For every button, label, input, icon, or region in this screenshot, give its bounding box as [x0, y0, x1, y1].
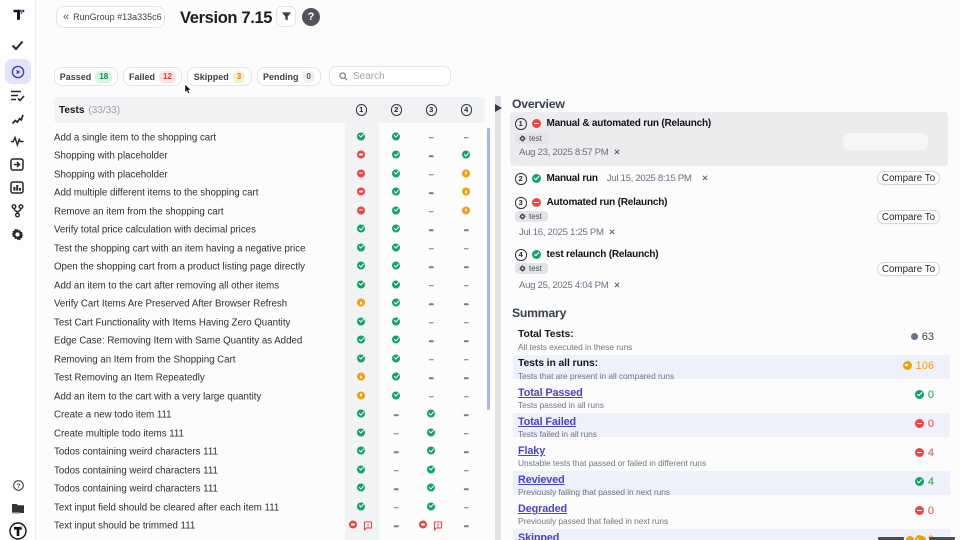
svg-text:?: ?: [17, 483, 21, 490]
